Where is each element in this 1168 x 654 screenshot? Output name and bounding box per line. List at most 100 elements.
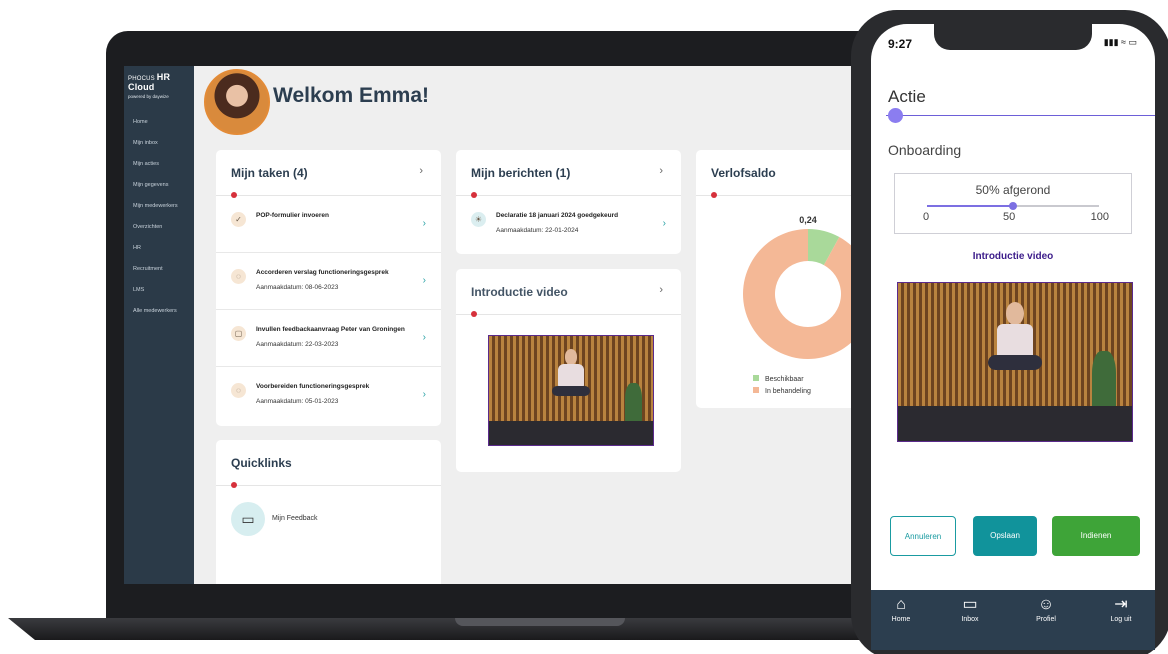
tab-inbox[interactable]: ▭ Inbox: [945, 596, 995, 623]
task-date: Aanmaakdatum: 05-01-2023: [256, 398, 339, 405]
sidebar-item-hr[interactable]: HR: [124, 245, 194, 266]
progress-box: 50% afgerond 0 50 100: [894, 173, 1132, 234]
save-button[interactable]: Opslaan: [973, 516, 1037, 556]
tab-label: Log uit: [1110, 616, 1132, 623]
page-title: Welkom Emma!: [273, 84, 429, 107]
chevron-right-icon[interactable]: ›: [423, 389, 426, 400]
avatar[interactable]: [204, 69, 270, 135]
task-date: Aanmaakdatum: 22-03-2023: [256, 341, 339, 348]
video-header[interactable]: Introductie video ›: [456, 269, 681, 315]
laptop-screen: PHOCUS HR Cloud powered by daywize Home …: [124, 66, 884, 584]
progress-max: 100: [1090, 211, 1109, 223]
progress-knob: [1009, 202, 1017, 210]
task-item[interactable]: ◌ Accorderen verslag functioneringsgespr…: [216, 253, 441, 310]
video-person: [550, 349, 593, 412]
chevron-right-icon[interactable]: ›: [659, 284, 663, 296]
leave-title: Verlofsaldo: [711, 166, 776, 180]
task-item[interactable]: ◌ Voorbereiden functioneringsgesprek Aan…: [216, 367, 441, 424]
tab-label: Inbox: [961, 616, 979, 623]
video-plant: [625, 382, 642, 422]
sidebar-item-inbox[interactable]: Mijn inbox: [124, 140, 194, 161]
quicklink-label[interactable]: Mijn Feedback: [272, 515, 318, 522]
sidebar-item-employees[interactable]: Mijn medewerkers: [124, 203, 194, 224]
indicator-dot: [471, 311, 477, 317]
quicklinks-card: Quicklinks ▭ Mijn Feedback: [216, 440, 441, 584]
messages-card: Mijn berichten (1) › ☀ Declaratie 18 jan…: [456, 150, 681, 254]
chevron-right-icon[interactable]: ›: [419, 165, 423, 177]
tab-logout[interactable]: ⇥ Log uit: [1096, 596, 1146, 623]
laptop-notch: [455, 618, 625, 626]
sidebar-item-overviews[interactable]: Overzichten: [124, 224, 194, 245]
progress-min: 0: [923, 211, 930, 223]
video-title: Introductie video: [471, 285, 568, 299]
step-line: [886, 115, 1155, 116]
video-card: Introductie video ›: [456, 269, 681, 472]
video-thumbnail[interactable]: [897, 282, 1133, 442]
message-title: Declaratie 18 januari 2024 goedgekeurd: [496, 212, 619, 219]
home-icon: ⌂: [896, 596, 906, 613]
tasks-card: Mijn taken (4) › ✓ POP-formulier invoere…: [216, 150, 441, 426]
sidebar-item-home[interactable]: Home: [124, 119, 194, 140]
quicklinks-header: Quicklinks: [216, 440, 441, 486]
progress-fill: [927, 205, 1013, 207]
video-title: Introductie video: [972, 251, 1054, 262]
submit-button[interactable]: Indienen: [1052, 516, 1140, 556]
message-item[interactable]: ☀ Declaratie 18 januari 2024 goedgekeurd…: [456, 196, 681, 253]
video-thumbnail[interactable]: [488, 335, 654, 446]
indicator-dot: [231, 482, 237, 488]
task-item[interactable]: ✓ POP-formulier invoeren ›: [216, 196, 441, 253]
cancel-button[interactable]: Annuleren: [890, 516, 956, 556]
user-icon: ☺: [1037, 596, 1055, 613]
sidebar-item-actions[interactable]: Mijn acties: [124, 161, 194, 182]
chevron-right-icon[interactable]: ›: [423, 275, 426, 286]
tab-home[interactable]: ⌂ Home: [876, 596, 926, 623]
sidebar-item-data[interactable]: Mijn gegevens: [124, 182, 194, 203]
progress-label: 50% afgerond: [975, 183, 1051, 197]
chat-icon: ◌: [231, 383, 246, 398]
legend-swatch: [753, 375, 759, 381]
sidebar-nav: Home Mijn inbox Mijn acties Mijn gegeven…: [124, 119, 194, 329]
check-circle-icon: ✓: [231, 212, 246, 227]
message-icon: ▢: [231, 326, 246, 341]
progress-value: 50: [1003, 211, 1016, 223]
legend-label: In behandeling: [765, 388, 811, 395]
chevron-right-icon[interactable]: ›: [423, 332, 426, 343]
video-person: [985, 301, 1046, 394]
step-indicator[interactable]: [888, 108, 903, 123]
sidebar-item-all-employees[interactable]: Alle medewerkers: [124, 308, 194, 329]
legend-label: Beschikbaar: [765, 376, 804, 383]
video-desk: [489, 421, 653, 445]
task-title: Invullen feedbackaanvraag Peter van Gron…: [256, 326, 405, 333]
messages-header[interactable]: Mijn berichten (1) ›: [456, 150, 681, 196]
message-icon[interactable]: ▭: [231, 502, 265, 536]
phone-notch: [934, 24, 1092, 50]
task-date: Aanmaakdatum: 08-06-2023: [256, 284, 339, 291]
chevron-right-icon[interactable]: ›: [663, 218, 666, 229]
page-title: Actie: [888, 87, 926, 106]
tab-label: Profiel: [1036, 616, 1056, 623]
tasks-title: Mijn taken (4): [231, 166, 308, 180]
task-title: POP-formulier invoeren: [256, 212, 329, 219]
tab-bar: ⌂ Home ▭ Inbox ☺ Profiel ⇥ Log uit: [871, 590, 1155, 650]
messages-title: Mijn berichten (1): [471, 166, 571, 180]
section-title: Onboarding: [888, 142, 962, 158]
chevron-right-icon[interactable]: ›: [659, 165, 663, 177]
task-item[interactable]: ▢ Invullen feedbackaanvraag Peter van Gr…: [216, 310, 441, 367]
video-desk: [898, 406, 1132, 441]
logout-icon: ⇥: [1114, 596, 1128, 613]
task-title: Accorderen verslag functioneringsgesprek: [256, 269, 389, 276]
sidebar: PHOCUS HR Cloud powered by daywize Home …: [124, 66, 194, 584]
sidebar-item-lms[interactable]: LMS: [124, 287, 194, 308]
lightbulb-icon: ☀: [471, 212, 486, 227]
donut-value-label: 0,24: [799, 215, 817, 225]
chevron-right-icon[interactable]: ›: [423, 218, 426, 229]
brand-logo[interactable]: PHOCUS HR Cloud powered by daywize: [124, 66, 194, 99]
sidebar-item-recruitment[interactable]: Recruitment: [124, 266, 194, 287]
tasks-header[interactable]: Mijn taken (4) ›: [216, 150, 441, 196]
inbox-icon: ▭: [962, 596, 978, 613]
tab-profile[interactable]: ☺ Profiel: [1021, 596, 1071, 623]
stage: PHOCUS HR Cloud powered by daywize Home …: [0, 0, 1168, 654]
video-plant: [1092, 350, 1116, 407]
task-title: Voorbereiden functioneringsgesprek: [256, 383, 370, 390]
brand-powered: powered by daywize: [128, 94, 169, 99]
